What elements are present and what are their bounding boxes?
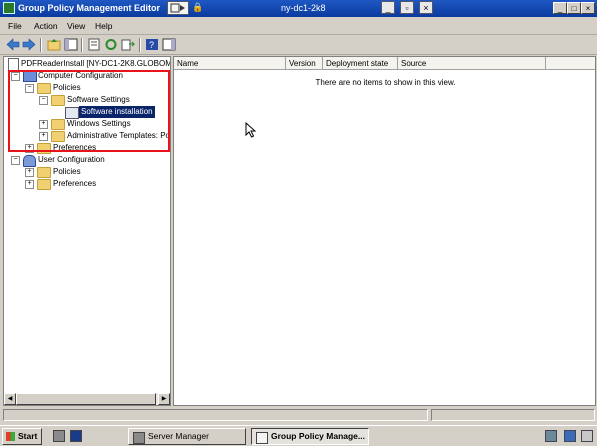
status-cell-main	[3, 409, 428, 421]
status-cell-secondary	[431, 409, 595, 421]
status-bar	[0, 407, 597, 424]
close-button[interactable]: ×	[581, 2, 595, 14]
show-action-pane-icon[interactable]	[162, 38, 176, 51]
taskbar: Start Server Manager Group Policy Manage…	[0, 425, 597, 446]
gpme-taskbar-icon	[256, 432, 268, 444]
start-label: Start	[18, 431, 38, 441]
rdp-minimize-button[interactable]: _	[381, 1, 395, 14]
rdp-close-button[interactable]: ×	[419, 1, 433, 14]
menu-action[interactable]: Action	[34, 21, 58, 31]
server-manager-quicklaunch-icon[interactable]	[53, 430, 65, 442]
help-icon[interactable]: ?	[145, 38, 159, 51]
toolbar-separator	[139, 38, 141, 52]
collapse-icon[interactable]: −	[11, 156, 20, 165]
rdp-restore-button[interactable]: ▫	[400, 1, 414, 14]
task-group-policy-manage[interactable]: Group Policy Manage...	[251, 428, 369, 445]
toolbar-separator	[81, 38, 83, 52]
folder-icon	[37, 167, 51, 178]
minimize-button[interactable]: _	[553, 2, 567, 14]
security-tray-icon[interactable]	[564, 430, 576, 442]
remote-host-name: ny-dc1-2k8	[281, 3, 326, 13]
tree-label-user-preferences: Preferences	[53, 179, 97, 188]
task-label-server-manager: Server Manager	[148, 431, 209, 441]
properties-icon[interactable]	[87, 38, 101, 51]
maximize-button[interactable]: □	[567, 2, 581, 14]
highlight-box	[8, 70, 170, 152]
mouse-cursor-icon	[245, 122, 257, 138]
tree-label-user-policies: Policies	[53, 167, 81, 176]
refresh-icon[interactable]	[104, 38, 118, 51]
start-button[interactable]: Start	[2, 428, 42, 445]
tree-horizontal-scrollbar[interactable]: ◀ ▶	[4, 393, 170, 405]
tree-label-root: PDFReaderInstall [NY-DC1-2K8.GLOBOMANTIC…	[21, 59, 170, 68]
gpme-app-icon	[3, 2, 15, 14]
scroll-thumb[interactable]	[16, 393, 156, 405]
column-header-source[interactable]: Source	[398, 57, 546, 70]
result-pane[interactable]: Name Version Deployment state Source The…	[173, 56, 596, 406]
column-header-name[interactable]: Name	[174, 57, 286, 70]
user-icon	[23, 155, 36, 167]
powershell-quicklaunch-icon[interactable]	[70, 430, 82, 442]
folder-icon	[37, 179, 51, 190]
task-server-manager[interactable]: Server Manager	[128, 428, 246, 445]
forward-arrow-icon[interactable]	[22, 38, 36, 51]
scroll-left-icon[interactable]: ◀	[4, 393, 16, 405]
task-label-group-policy-manage: Group Policy Manage...	[271, 431, 365, 441]
expand-icon[interactable]: +	[25, 168, 34, 177]
windows-logo-icon	[6, 432, 15, 441]
up-folder-icon[interactable]	[47, 38, 61, 51]
server-manager-icon	[133, 432, 145, 444]
back-arrow-icon[interactable]	[6, 38, 20, 51]
svg-text:?: ?	[149, 40, 154, 50]
export-list-icon[interactable]	[121, 38, 136, 51]
lock-icon: 🔒	[192, 2, 204, 12]
console-tree[interactable]: PDFReaderInstall [NY-DC1-2K8.GLOBOMANTIC…	[3, 56, 171, 406]
window-title: Group Policy Management Editor	[18, 3, 161, 13]
expand-icon[interactable]: +	[25, 180, 34, 189]
menu-view[interactable]: View	[67, 21, 85, 31]
menu-bar: File Action View Help	[0, 17, 597, 35]
column-header-version[interactable]: Version	[286, 57, 323, 70]
menu-file[interactable]: File	[8, 21, 22, 31]
menu-help[interactable]: Help	[95, 21, 112, 31]
network-tray-icon[interactable]	[545, 430, 557, 442]
column-header-deployment-state[interactable]: Deployment state	[323, 57, 398, 70]
tree-label-user-configuration: User Configuration	[38, 155, 105, 164]
rdp-pin-icon[interactable]	[167, 1, 189, 15]
empty-list-message: There are no items to show in this view.	[315, 78, 456, 87]
toolbar: ?	[0, 35, 597, 55]
volume-tray-icon[interactable]	[581, 430, 593, 442]
toolbar-separator	[40, 38, 42, 52]
column-header-filler	[546, 57, 595, 70]
title-bar: Group Policy Management Editor 🔒 ny-dc1-…	[0, 0, 597, 17]
scroll-right-icon[interactable]: ▶	[158, 393, 170, 405]
show-hide-tree-icon[interactable]	[64, 38, 78, 51]
